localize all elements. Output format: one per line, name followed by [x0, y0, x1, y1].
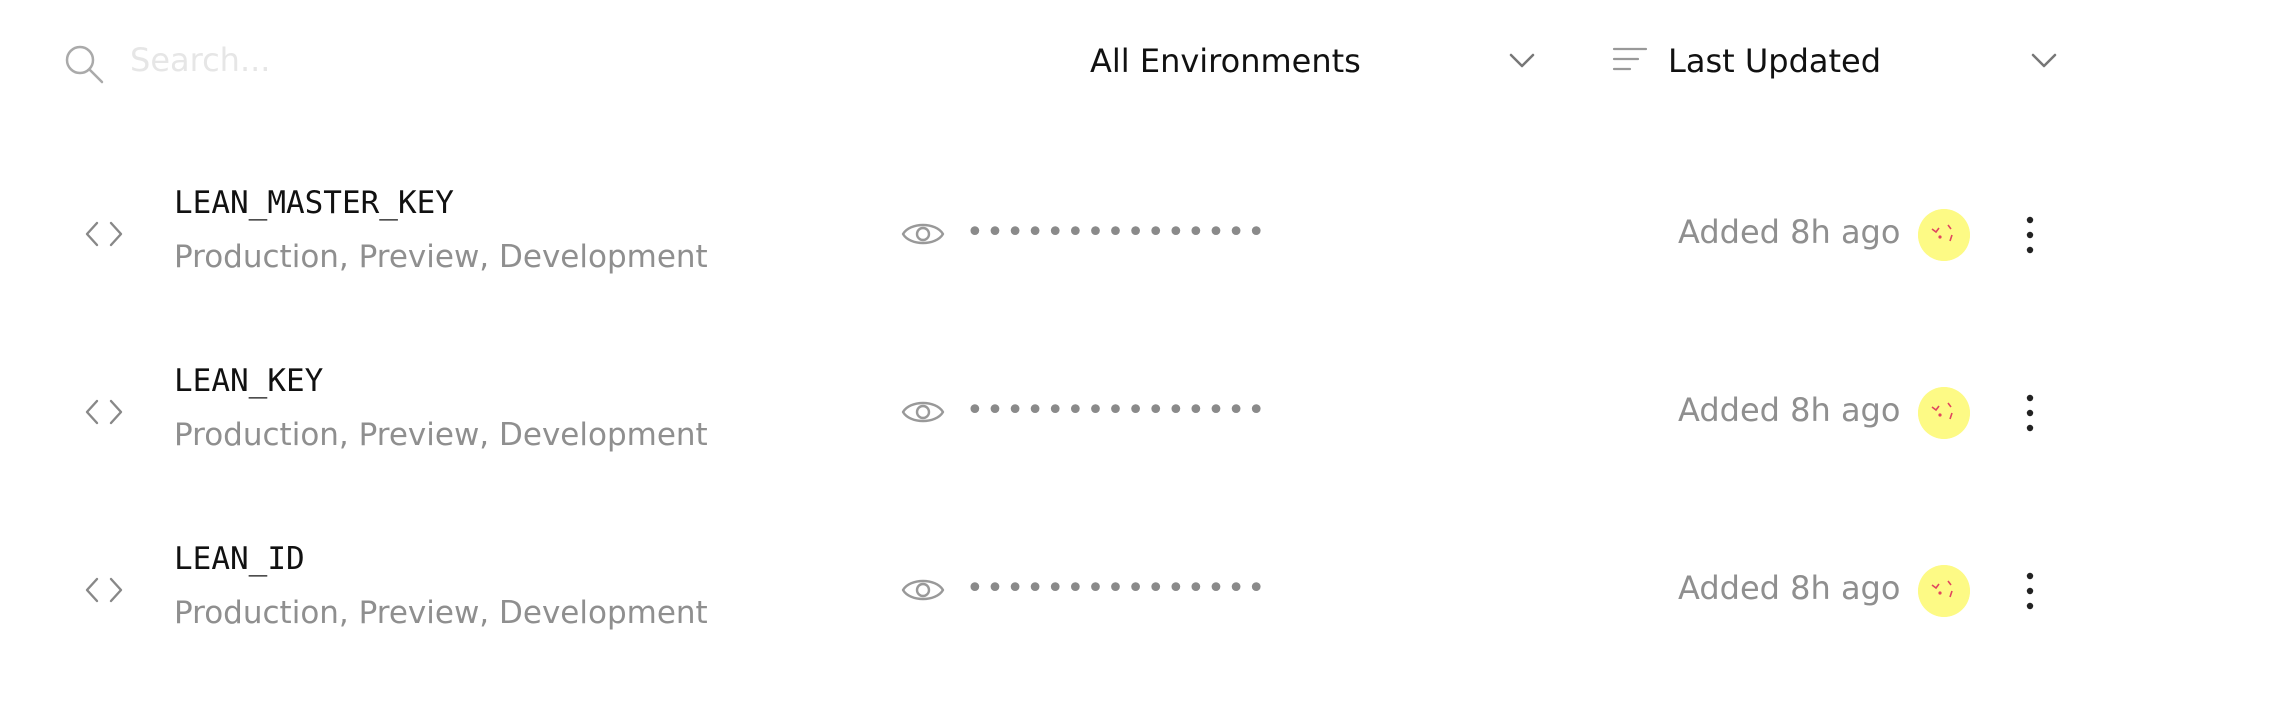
chevron-down-icon: [2031, 53, 2057, 68]
more-vertical-icon[interactable]: [2010, 391, 2050, 435]
updated-timestamp: Added 8h ago: [1678, 213, 1901, 251]
env-variable-row[interactable]: LEAN_ID Production, Preview, Development…: [0, 501, 2277, 679]
masked-value: •••••••••••••••: [966, 215, 1268, 250]
sort-select[interactable]: Last Updated: [1612, 28, 2072, 92]
variable-environments: Production, Preview, Development: [174, 417, 708, 453]
sort-lines-icon: [1612, 47, 1648, 71]
variable-environments: Production, Preview, Development: [174, 595, 708, 631]
code-icon: [85, 399, 123, 425]
toolbar: All Environments Last Updated: [0, 0, 2277, 120]
eye-icon[interactable]: [900, 391, 946, 433]
avatar: [1918, 209, 1970, 261]
sort-label: Last Updated: [1668, 42, 1882, 80]
chevron-down-icon: [1509, 53, 1535, 68]
environment-filter-label: All Environments: [1090, 42, 1361, 80]
code-icon: [85, 221, 123, 247]
variable-environments: Production, Preview, Development: [174, 239, 708, 275]
masked-value: •••••••••••••••: [966, 393, 1268, 428]
variable-name: LEAN_MASTER_KEY: [174, 185, 454, 221]
environment-filter-select[interactable]: All Environments: [1090, 28, 1540, 92]
eye-icon[interactable]: [900, 569, 946, 611]
updated-timestamp: Added 8h ago: [1678, 391, 1901, 429]
variable-name: LEAN_KEY: [174, 363, 324, 399]
more-vertical-icon[interactable]: [2010, 213, 2050, 257]
avatar: [1918, 565, 1970, 617]
env-variable-list: LEAN_MASTER_KEY Production, Preview, Dev…: [0, 145, 2277, 679]
code-icon: [85, 577, 123, 603]
env-variable-row[interactable]: LEAN_KEY Production, Preview, Developmen…: [0, 323, 2277, 501]
eye-icon[interactable]: [900, 213, 946, 255]
env-variable-row[interactable]: LEAN_MASTER_KEY Production, Preview, Dev…: [0, 145, 2277, 323]
avatar: [1918, 387, 1970, 439]
search-input[interactable]: [130, 30, 830, 90]
masked-value: •••••••••••••••: [966, 571, 1268, 606]
search-icon: [65, 45, 104, 84]
updated-timestamp: Added 8h ago: [1678, 569, 1901, 607]
variable-name: LEAN_ID: [174, 541, 305, 577]
more-vertical-icon[interactable]: [2010, 569, 2050, 613]
